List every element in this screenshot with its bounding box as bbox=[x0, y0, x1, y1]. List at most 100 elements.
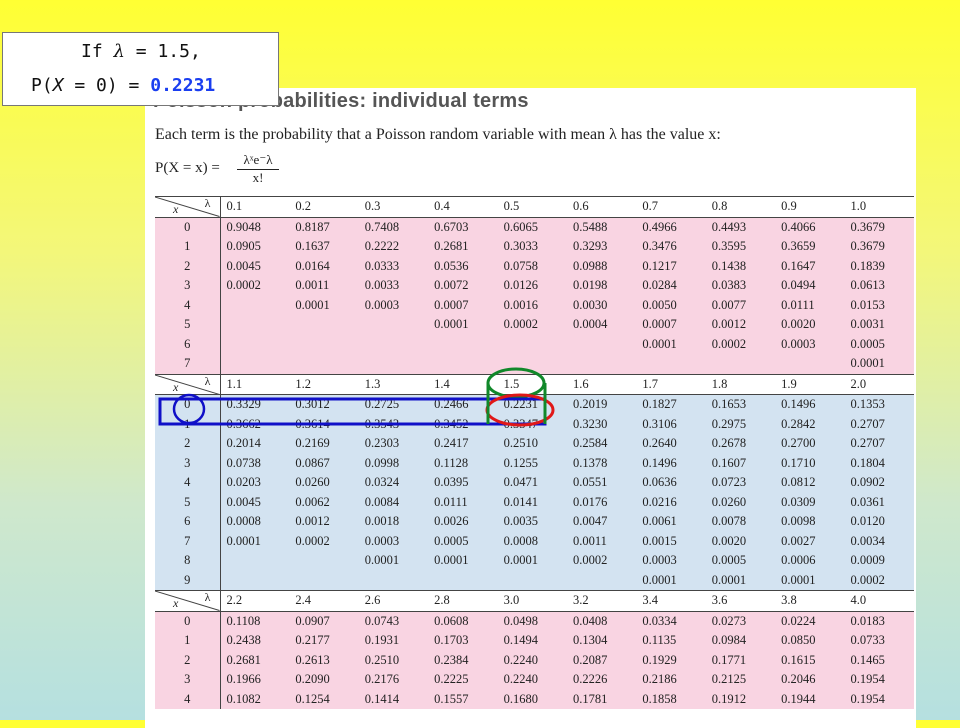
probability-cell bbox=[497, 334, 567, 354]
probability-cell: 0.3679 bbox=[844, 217, 914, 237]
table-row: 4 0.0001 0.0003 0.0007 0.0016 0.0030 0.0050 0.0… bbox=[155, 295, 914, 315]
lambda-header-cell: 2.2 bbox=[220, 590, 290, 612]
probability-cell: 0.0164 bbox=[289, 256, 359, 276]
callout-p-text: P( bbox=[31, 75, 53, 96]
probability-cell: 0.1217 bbox=[636, 256, 706, 276]
probability-cell: 0.0408 bbox=[566, 611, 637, 631]
lambda-header-cell: 3.8 bbox=[775, 590, 845, 612]
probability-cell: 0.3543 bbox=[358, 414, 429, 434]
lambda-header-cell: 1.0 bbox=[844, 196, 914, 218]
probability-cell: 0.0198 bbox=[566, 276, 637, 296]
probability-cell: 0.0723 bbox=[705, 473, 776, 493]
probability-cell bbox=[358, 570, 429, 591]
lambda-header-cell: 1.4 bbox=[428, 373, 498, 395]
formula-denominator: x! bbox=[252, 170, 264, 185]
lambda-header-cell: 0.1 bbox=[220, 196, 290, 218]
probability-cell: 0.0003 bbox=[358, 295, 429, 315]
probability-cell: 0.0002 bbox=[220, 276, 290, 296]
formula-fraction: λˣe⁻λ x! bbox=[237, 152, 279, 186]
probability-cell: 0.0020 bbox=[705, 531, 776, 551]
table-row: 5 0.0045 0.0062 0.0084 0.0111 0.0141 0.0176 0.0… bbox=[155, 492, 914, 512]
probability-cell: 0.4066 bbox=[775, 217, 845, 237]
lambda-symbol: λ bbox=[113, 41, 125, 62]
probability-cell: 0.1858 bbox=[636, 689, 706, 709]
formula-numerator: λˣe⁻λ bbox=[237, 152, 279, 170]
x-value-cell: 6 bbox=[155, 512, 221, 532]
probability-cell: 0.2438 bbox=[220, 631, 290, 651]
x-value-cell: 6 bbox=[155, 334, 221, 354]
x-value-cell: 8 bbox=[155, 551, 221, 571]
probability-cell: 0.0011 bbox=[289, 276, 359, 296]
probability-cell: 0.3476 bbox=[636, 237, 706, 257]
lambda-header-cell: 0.3 bbox=[358, 196, 429, 218]
probability-cell: 0.2046 bbox=[775, 670, 845, 690]
probability-cell: 0.0260 bbox=[289, 473, 359, 493]
probability-cell bbox=[497, 354, 567, 375]
lambda-header-row: x λ 2.2 2.4 2.6 2.8 3.0 3.2 3.4 3.6 3.8 4.0 bbox=[155, 590, 914, 612]
lambda-header-cell: 1.1 bbox=[220, 373, 290, 395]
probability-cell: 0.0008 bbox=[220, 512, 290, 532]
probability-cell bbox=[289, 315, 359, 335]
probability-cell: 0.3452 bbox=[428, 414, 498, 434]
probability-cell: 0.0126 bbox=[497, 276, 567, 296]
probability-cell: 0.0905 bbox=[220, 237, 290, 257]
probability-cell: 0.0035 bbox=[497, 512, 567, 532]
lambda-header-cell: 3.0 bbox=[497, 590, 567, 612]
table-row: 2 0.2014 0.2169 0.2303 0.2417 0.2510 0.2584 0.2… bbox=[155, 434, 914, 454]
probability-cell: 0.1954 bbox=[844, 670, 914, 690]
probability-cell: 0.0001 bbox=[636, 570, 706, 591]
probability-cell bbox=[775, 354, 845, 375]
probability-cell: 0.3230 bbox=[566, 414, 637, 434]
x-value-cell: 5 bbox=[155, 492, 221, 512]
probability-cell bbox=[289, 354, 359, 375]
x-value-cell: 4 bbox=[155, 473, 221, 493]
probability-cell: 0.1954 bbox=[844, 689, 914, 709]
probability-cell: 0.0006 bbox=[775, 551, 845, 571]
probability-cell: 0.2177 bbox=[289, 631, 359, 651]
probability-cell: 0.1607 bbox=[705, 453, 776, 473]
probability-cell: 0.0111 bbox=[775, 295, 845, 315]
probability-cell: 0.0001 bbox=[289, 295, 359, 315]
x-value-cell: 1 bbox=[155, 631, 221, 651]
table-row: 1 0.0905 0.1637 0.2222 0.2681 0.3033 0.3293 0.3… bbox=[155, 237, 914, 257]
lambda-header-row: x λ 1.1 1.2 1.3 1.4 1.5 1.6 1.7 1.8 1.9 2.0 bbox=[155, 373, 914, 395]
table-row: 0 0.3329 0.3012 0.2725 0.2466 0.2231 0.2019 0.1… bbox=[155, 394, 914, 415]
x-value-cell: 1 bbox=[155, 237, 221, 257]
probability-cell: 0.1615 bbox=[775, 650, 845, 670]
probability-cell: 0.1082 bbox=[220, 689, 290, 709]
probability-cell: 0.0002 bbox=[566, 551, 637, 571]
x-value-cell: 4 bbox=[155, 295, 221, 315]
probability-cell: 0.0183 bbox=[844, 611, 914, 631]
table-row: 1 0.2438 0.2177 0.1931 0.1703 0.1494 0.1304 0.1… bbox=[155, 631, 914, 651]
probability-cell: 0.2510 bbox=[497, 434, 567, 454]
probability-cell: 0.2681 bbox=[428, 237, 498, 257]
probability-cell: 0.1944 bbox=[775, 689, 845, 709]
probability-cell: 0.0002 bbox=[497, 315, 567, 335]
callout-line-2: P(X = 0) = 0.2231 bbox=[31, 75, 215, 96]
probability-cell: 0.0001 bbox=[497, 551, 567, 571]
table-row: 0 0.1108 0.0907 0.0743 0.0608 0.0498 0.0408 0.0… bbox=[155, 611, 914, 631]
table-row: 7 0.0001 bbox=[155, 354, 914, 375]
probability-cell: 0.1931 bbox=[358, 631, 429, 651]
probability-cell: 0.0812 bbox=[775, 473, 845, 493]
callout-line-1: If λ = 1.5, bbox=[81, 41, 201, 62]
lambda-header-cell: 0.2 bbox=[289, 196, 359, 218]
table-row: 3 0.0738 0.0867 0.0998 0.1128 0.1255 0.1378 0.1… bbox=[155, 453, 914, 473]
probability-cell: 0.7408 bbox=[358, 217, 429, 237]
table-row: 9 0.0001 0.0001 0.0001 0.0002 bbox=[155, 570, 914, 591]
probability-cell: 0.2384 bbox=[428, 650, 498, 670]
probability-cell: 0.1438 bbox=[705, 256, 776, 276]
lambda-header-cell: 2.6 bbox=[358, 590, 429, 612]
x-value-cell: 2 bbox=[155, 650, 221, 670]
probability-cell: 0.2019 bbox=[566, 394, 637, 415]
probability-cell: 0.2240 bbox=[497, 670, 567, 690]
probability-cell: 0.2169 bbox=[289, 434, 359, 454]
probability-cell: 0.1653 bbox=[705, 394, 776, 415]
probability-cell: 0.1135 bbox=[636, 631, 706, 651]
probability-cell: 0.3662 bbox=[220, 414, 290, 434]
probability-cell: 0.0045 bbox=[220, 256, 290, 276]
probability-cell: 0.0050 bbox=[636, 295, 706, 315]
probability-cell bbox=[220, 315, 290, 335]
probability-cell: 0.1108 bbox=[220, 611, 290, 631]
table-row: 5 0.0001 0.0002 0.0004 0.0007 0.0012 0.0020 0.0… bbox=[155, 315, 914, 335]
